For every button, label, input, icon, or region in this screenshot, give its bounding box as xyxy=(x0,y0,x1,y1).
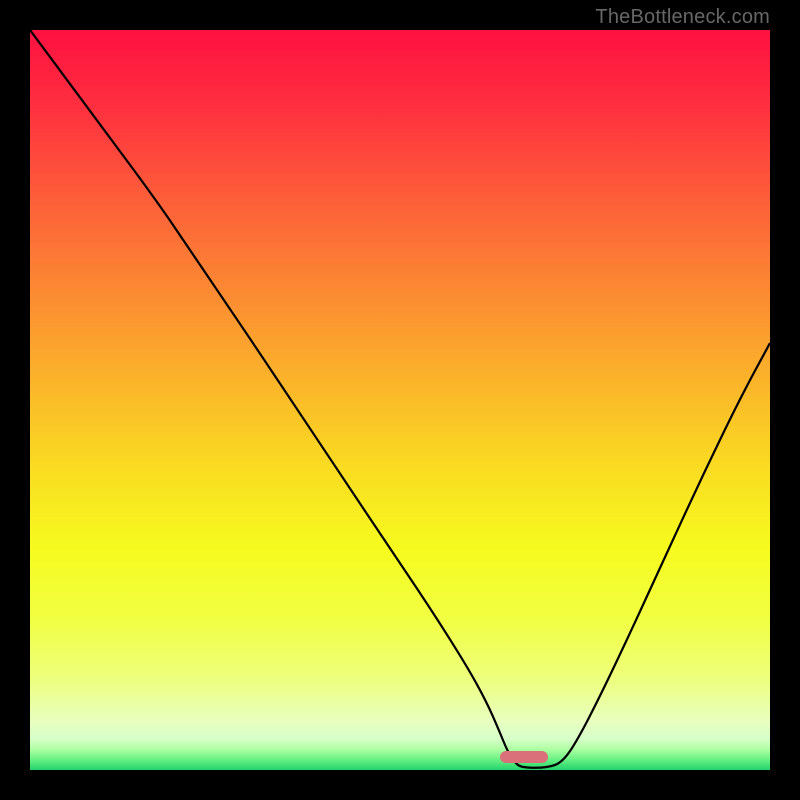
minimum-marker xyxy=(500,751,548,763)
chart-frame: TheBottleneck.com xyxy=(0,0,800,800)
curve-svg xyxy=(30,30,770,770)
watermark-text: TheBottleneck.com xyxy=(595,6,770,29)
bottleneck-curve xyxy=(30,30,770,768)
plot-area xyxy=(30,30,770,770)
